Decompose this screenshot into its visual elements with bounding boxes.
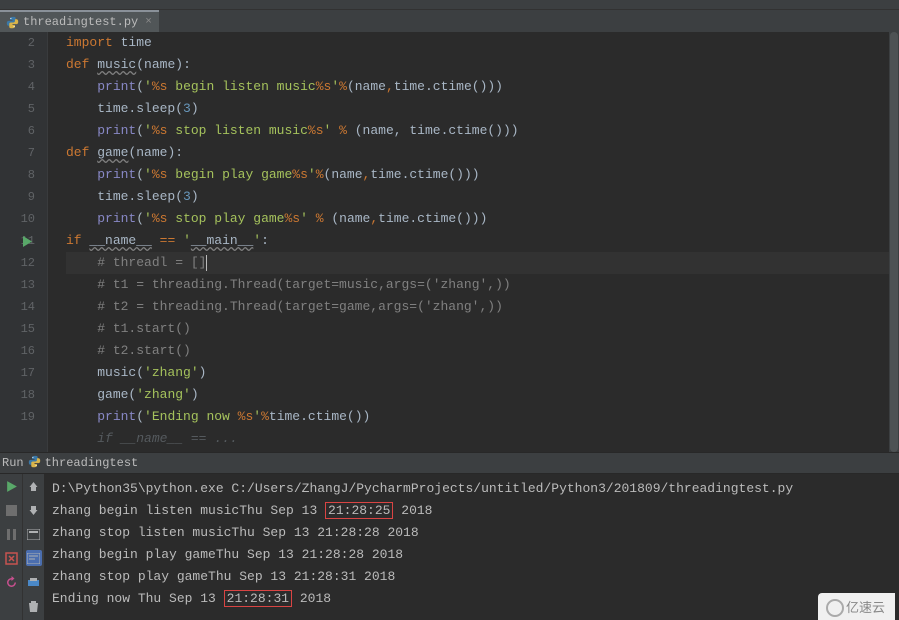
run-action-toolbar <box>0 474 22 620</box>
pause-icon[interactable] <box>3 526 19 542</box>
soft-wrap-icon[interactable] <box>26 550 42 566</box>
python-file-icon <box>6 16 19 29</box>
python-run-icon <box>28 455 41 472</box>
print-icon[interactable] <box>26 574 42 590</box>
editor-tab[interactable]: threadingtest.py × <box>0 10 159 32</box>
line-number-gutter: 2345678910111213141516171819 <box>0 32 48 452</box>
up-icon[interactable] <box>26 478 42 494</box>
top-menu-bar <box>0 0 899 10</box>
code-area[interactable]: import timedef music(name): print('%s be… <box>60 32 899 452</box>
run-config-name: threadingtest <box>45 456 139 470</box>
editor-tab-bar: threadingtest.py × <box>0 10 899 32</box>
watermark: 亿速云 <box>818 593 895 620</box>
restart-icon[interactable] <box>3 574 19 590</box>
layout-icon[interactable] <box>26 526 42 542</box>
run-tool-header: Run threadingtest <box>0 452 899 474</box>
run-layout-toolbar <box>22 474 44 620</box>
close-tab-icon[interactable]: × <box>142 16 155 28</box>
down-icon[interactable] <box>26 502 42 518</box>
run-label: Run <box>2 456 24 470</box>
stop-icon[interactable] <box>3 502 19 518</box>
run-tool-window: D:\Python35\python.exe C:/Users/ZhangJ/P… <box>0 474 899 620</box>
tab-filename: threadingtest.py <box>23 15 138 29</box>
code-editor[interactable]: 2345678910111213141516171819 import time… <box>0 32 899 452</box>
editor-scrollbar[interactable] <box>889 32 899 452</box>
rerun-icon[interactable] <box>3 478 19 494</box>
fold-column <box>48 32 60 452</box>
trash-icon[interactable] <box>26 598 42 614</box>
exit-icon[interactable] <box>3 550 19 566</box>
console-output[interactable]: D:\Python35\python.exe C:/Users/ZhangJ/P… <box>44 474 899 620</box>
